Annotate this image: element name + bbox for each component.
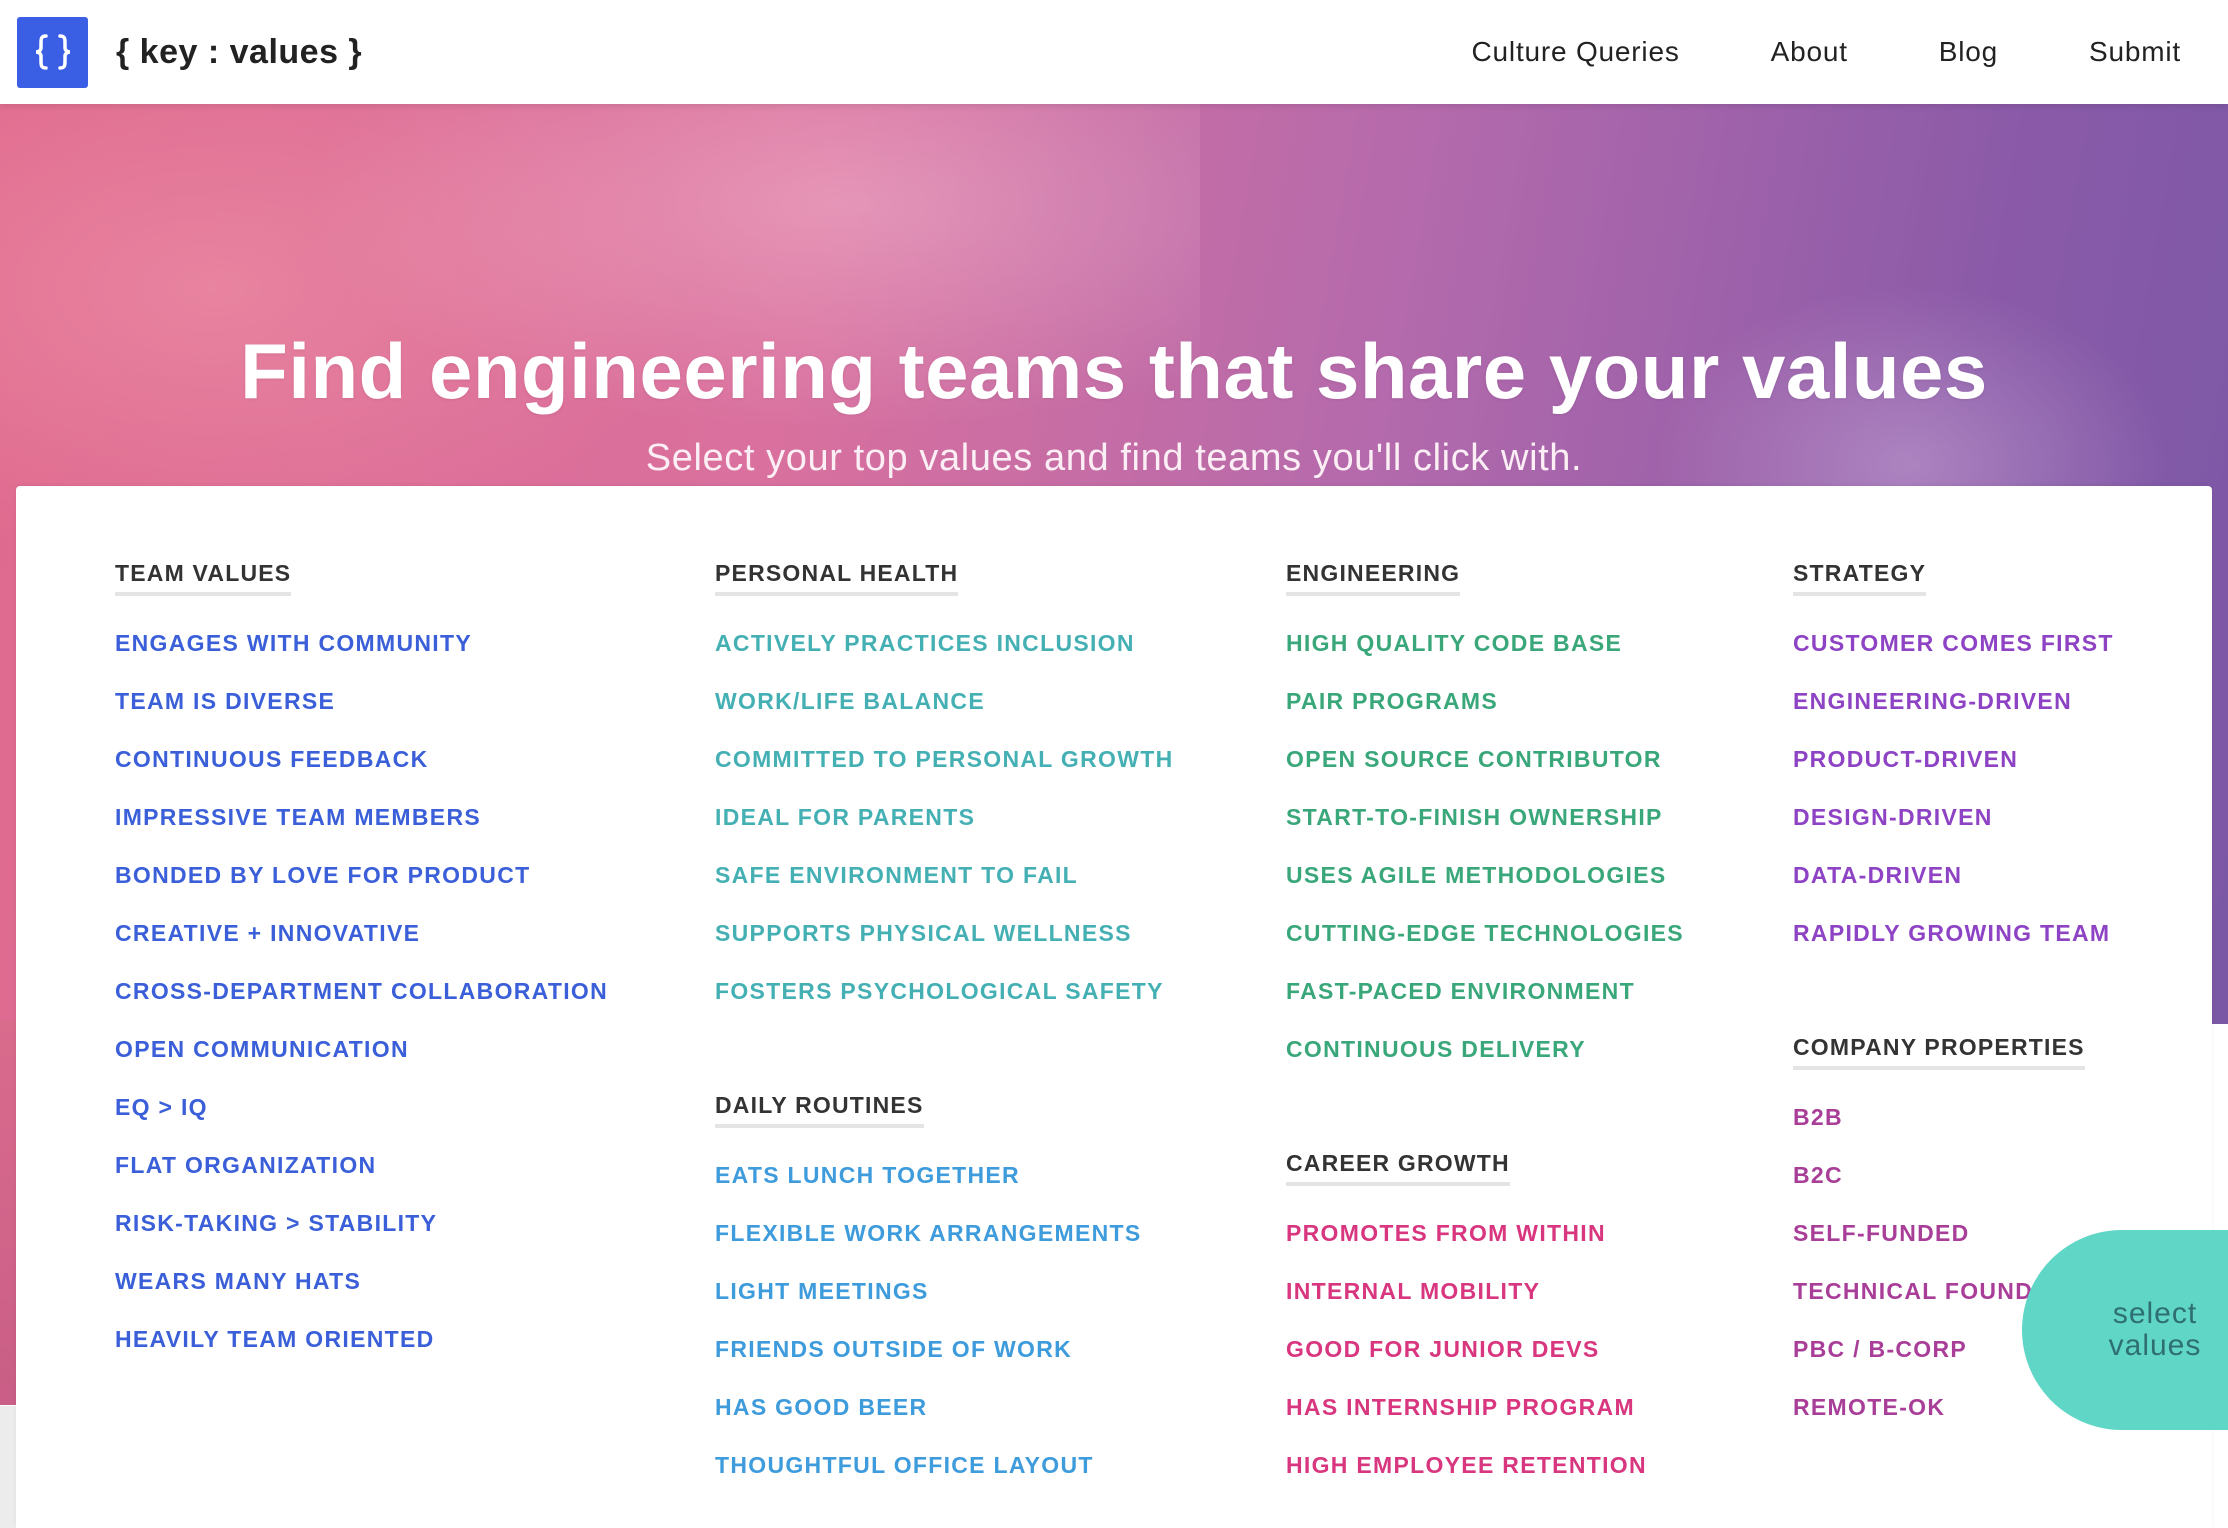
value-link[interactable]: HAS INTERNSHIP PROGRAM [1286,1378,1684,1436]
logo[interactable] [17,16,88,88]
values-column-3: ENGINEERING HIGH QUALITY CODE BASE PAIR PR… [1286,486,1684,1494]
section-title: TEAM VALUES [115,560,292,596]
value-link[interactable]: USES AGILE METHODOLOGIES [1286,846,1684,904]
value-link[interactable]: WEARS MANY HATS [115,1252,608,1310]
value-link[interactable]: CREATIVE + INNOVATIVE [115,904,608,962]
value-link[interactable]: HAS GOOD BEER [715,1378,1174,1436]
value-link[interactable]: CUSTOMER COMES FIRST [1793,614,2114,672]
value-link[interactable]: HIGH QUALITY CODE BASE [1286,614,1684,672]
nav-blog[interactable]: Blog [1939,36,1998,68]
section-title: CAREER GROWTH [1286,1150,1510,1186]
value-link[interactable]: HEAVILY TEAM ORIENTED [115,1310,608,1368]
value-link[interactable]: CONTINUOUS FEEDBACK [115,730,608,788]
hero-subtitle: Select your top values and find teams yo… [645,437,1583,479]
value-link[interactable]: CONTINUOUS DELIVERY [1286,1020,1684,1078]
select-values-button[interactable]: select values [2022,1230,2228,1430]
values-column-2: PERSONAL HEALTH ACTIVELY PRACTICES INCLUS… [715,486,1174,1494]
value-link[interactable]: IMPRESSIVE TEAM MEMBERS [115,788,608,846]
value-link[interactable]: DATA-DRIVEN [1793,846,2114,904]
value-link[interactable]: COMMITTED TO PERSONAL GROWTH [715,730,1174,788]
values-panel: TEAM VALUES ENGAGES WITH COMMUNITY TEAM IS… [16,486,2212,1528]
section-career-growth: CAREER GROWTH PROMOTES FROM WITHIN INTERNA… [1286,1150,1684,1494]
select-values-label: select values [2108,1297,2202,1362]
value-link[interactable]: HIGH EMPLOYEE RETENTION [1286,1436,1684,1494]
value-link[interactable]: RISK-TAKING > STABILITY [115,1194,608,1252]
value-link[interactable]: CUTTING-EDGE TECHNOLOGIES [1286,904,1684,962]
curly-braces-icon [35,34,70,70]
value-link[interactable]: DESIGN-DRIVEN [1793,788,2114,846]
top-navbar: { key : values } Culture Queries About B… [0,0,2228,104]
value-link[interactable]: OPEN SOURCE CONTRIBUTOR [1286,730,1684,788]
value-link[interactable]: BONDED BY LOVE FOR PRODUCT [115,846,608,904]
value-link[interactable]: ENGINEERING-DRIVEN [1793,672,2114,730]
section-title: COMPANY PROPERTIES [1793,1034,2085,1070]
section-title: ENGINEERING [1286,560,1461,596]
value-link[interactable]: EQ > IQ [115,1078,608,1136]
value-link[interactable]: FLAT ORGANIZATION [115,1136,608,1194]
value-link[interactable]: INTERNAL MOBILITY [1286,1262,1684,1320]
value-link[interactable]: WORK/LIFE BALANCE [715,672,1174,730]
page-background-edge [0,1406,16,1528]
nav-about[interactable]: About [1771,36,1848,68]
section-title: DAILY ROUTINES [715,1092,924,1128]
value-link[interactable]: FLEXIBLE WORK ARRANGEMENTS [715,1204,1174,1262]
value-link[interactable]: EATS LUNCH TOGETHER [715,1146,1174,1204]
value-link[interactable]: FAST-PACED ENVIRONMENT [1286,962,1684,1020]
value-link[interactable]: SUPPORTS PHYSICAL WELLNESS [715,904,1174,962]
value-link[interactable]: B2B [1793,1088,2114,1146]
value-link[interactable]: START-TO-FINISH OWNERSHIP [1286,788,1684,846]
value-link[interactable]: PAIR PROGRAMS [1286,672,1684,730]
value-link[interactable]: ENGAGES WITH COMMUNITY [115,614,608,672]
value-link[interactable]: TEAM IS DIVERSE [115,672,608,730]
values-column-1: TEAM VALUES ENGAGES WITH COMMUNITY TEAM IS… [115,486,608,1368]
value-link[interactable]: IDEAL FOR PARENTS [715,788,1174,846]
value-link[interactable]: FOSTERS PSYCHOLOGICAL SAFETY [715,962,1174,1020]
value-link[interactable]: OPEN COMMUNICATION [115,1020,608,1078]
value-link[interactable]: CROSS-DEPARTMENT COLLABORATION [115,962,608,1020]
nav-culture-queries[interactable]: Culture Queries [1472,36,1680,68]
section-daily-routines: DAILY ROUTINES EATS LUNCH TOGETHER FLEXIBL… [715,1092,1174,1494]
section-personal-health: PERSONAL HEALTH ACTIVELY PRACTICES INCLUS… [715,560,1174,1020]
value-link[interactable]: PRODUCT-DRIVEN [1793,730,2114,788]
nav-submit[interactable]: Submit [2089,36,2181,68]
section-title: STRATEGY [1793,560,1927,596]
hero-title: Find engineering teams that share your v… [240,327,1988,415]
value-link[interactable]: ACTIVELY PRACTICES INCLUSION [715,614,1174,672]
value-link[interactable]: SAFE ENVIRONMENT TO FAIL [715,846,1174,904]
value-link[interactable]: FRIENDS OUTSIDE OF WORK [715,1320,1174,1378]
value-link[interactable]: LIGHT MEETINGS [715,1262,1174,1320]
value-link[interactable]: B2C [1793,1146,2114,1204]
brand-name[interactable]: { key : values } [116,33,362,72]
section-engineering: ENGINEERING HIGH QUALITY CODE BASE PAIR PR… [1286,560,1684,1078]
value-link[interactable]: GOOD FOR JUNIOR DEVS [1286,1320,1684,1378]
value-link[interactable]: THOUGHTFUL OFFICE LAYOUT [715,1436,1174,1494]
main-nav: Culture Queries About Blog Submit [1381,36,2181,68]
section-title: PERSONAL HEALTH [715,560,959,596]
section-team-values: TEAM VALUES ENGAGES WITH COMMUNITY TEAM IS… [115,560,608,1368]
section-strategy: STRATEGY CUSTOMER COMES FIRST ENGINEERING-… [1793,560,2114,962]
value-link[interactable]: RAPIDLY GROWING TEAM [1793,904,2114,962]
value-link[interactable]: PROMOTES FROM WITHIN [1286,1204,1684,1262]
